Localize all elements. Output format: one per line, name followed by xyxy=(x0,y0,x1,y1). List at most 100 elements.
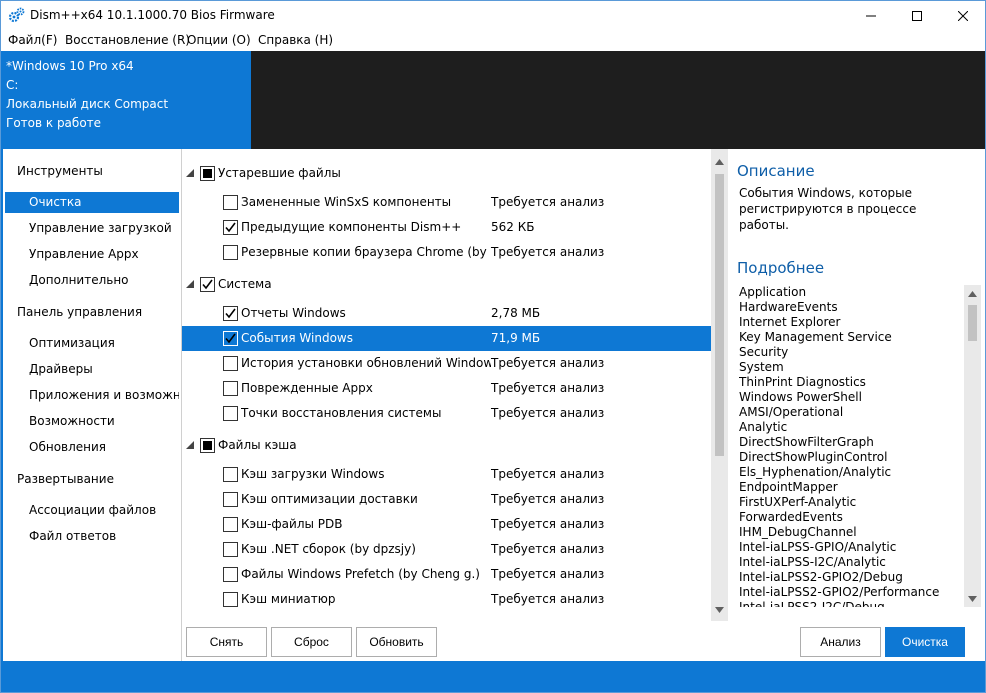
menu-options[interactable]: Опции (O) xyxy=(187,33,251,47)
list-item[interactable]: Файлы Windows Prefetch (by Cheng g.) Тре… xyxy=(182,562,711,587)
list-scrollbar[interactable] xyxy=(711,149,728,621)
item-checkbox[interactable] xyxy=(223,220,238,235)
item-checkbox[interactable] xyxy=(223,381,238,396)
menu-file[interactable]: Файл(F) xyxy=(8,33,57,47)
sidebar-item-appx[interactable]: Управление Appx xyxy=(5,244,179,265)
list-item[interactable]: Точки восстановления системы Требуется а… xyxy=(182,401,711,426)
details-list-item: Els_Hyphenation/Analytic xyxy=(739,465,892,479)
sidebar-item-optimization[interactable]: Оптимизация xyxy=(5,333,179,354)
item-checkbox[interactable] xyxy=(223,592,238,607)
gear-icon xyxy=(8,7,25,23)
list-item[interactable]: Кэш миниатюр Требуется анализ xyxy=(182,587,711,612)
sidebar-item-drivers[interactable]: Драйверы xyxy=(5,359,179,380)
item-value: 71,9 МБ xyxy=(491,331,541,345)
sidebar-item-features[interactable]: Возможности xyxy=(5,411,179,432)
sidebar-item-cleanup[interactable]: Очистка xyxy=(5,192,179,213)
sidebar-item-boot[interactable]: Управление загрузкой xyxy=(5,218,179,239)
list-item[interactable]: Отчеты Windows 2,78 МБ xyxy=(182,301,711,326)
refresh-button[interactable]: Обновить xyxy=(356,627,437,657)
sidebar-item-answer-file[interactable]: Файл ответов xyxy=(5,526,179,547)
item-checkbox[interactable] xyxy=(223,567,238,582)
scroll-down-icon xyxy=(715,606,724,613)
item-checkbox[interactable] xyxy=(223,331,238,346)
cleanup-list: Устаревшие файлы Замененные WinSxS компо… xyxy=(182,149,711,621)
item-value: Требуется анализ xyxy=(491,492,605,506)
list-item[interactable]: Замененные WinSxS компоненты Требуется а… xyxy=(182,190,711,215)
sidebar-item-file-associations[interactable]: Ассоциации файлов xyxy=(5,500,179,521)
session-area xyxy=(251,51,986,149)
reset-button[interactable]: Сброс xyxy=(271,627,352,657)
uncheck-button[interactable]: Снять xyxy=(186,627,267,657)
group-checkbox[interactable] xyxy=(200,438,215,453)
group-row[interactable]: Система xyxy=(182,272,711,297)
menu-help[interactable]: Справка (H) xyxy=(258,33,333,47)
scroll-up-button[interactable] xyxy=(711,153,728,170)
details-list-item: EndpointMapper xyxy=(739,480,838,494)
item-checkbox[interactable] xyxy=(223,195,238,210)
item-label: Отчеты Windows xyxy=(241,306,346,320)
details-list-item: FirstUXPerf-Analytic xyxy=(739,495,857,509)
item-value: Требуется анализ xyxy=(491,542,605,556)
scroll-down-button[interactable] xyxy=(711,601,728,618)
sidebar-item-apps[interactable]: Приложения и возможнос xyxy=(5,385,179,406)
item-checkbox[interactable] xyxy=(223,517,238,532)
menu-restore[interactable]: Восстановление (R) xyxy=(65,33,190,47)
item-value: Требуется анализ xyxy=(491,592,605,606)
scrollbar-thumb[interactable] xyxy=(968,305,977,341)
window-title: Dism++x64 10.1.1000.70 Bios Firmware xyxy=(30,8,275,22)
session-panel[interactable]: *Windows 10 Pro x64 C: Локальный диск Co… xyxy=(0,51,251,149)
item-checkbox[interactable] xyxy=(223,467,238,482)
item-checkbox[interactable] xyxy=(223,306,238,321)
list-item[interactable]: Кэш-файлы PDB Требуется анализ xyxy=(182,512,711,537)
maximize-button[interactable] xyxy=(894,0,940,31)
item-checkbox[interactable] xyxy=(223,245,238,260)
details-list[interactable]: Application HardwareEvents Internet Explor… xyxy=(739,285,964,607)
list-item-selected[interactable]: События Windows 71,9 МБ xyxy=(182,326,711,351)
list-item[interactable]: История установки обновлений Windows Тре… xyxy=(182,351,711,376)
details-list-item: IHM_DebugChannel xyxy=(739,525,857,539)
sidebar-item-updates[interactable]: Обновления xyxy=(5,437,179,458)
sidebar-item-advanced[interactable]: Дополнительно xyxy=(5,270,179,291)
item-value: 562 КБ xyxy=(491,220,535,234)
group-checkbox[interactable] xyxy=(200,277,215,292)
clean-button[interactable]: Очистка xyxy=(885,627,965,657)
scroll-up-button[interactable] xyxy=(964,285,981,302)
list-item[interactable]: Кэш .NET сборок (by dpzsjy) Требуется ан… xyxy=(182,537,711,562)
item-value: Требуется анализ xyxy=(491,406,605,420)
collapse-arrow-icon[interactable] xyxy=(186,169,194,177)
scrollbar-thumb[interactable] xyxy=(715,174,724,456)
item-label: Предыдущие компоненты Dism++ xyxy=(241,220,462,234)
list-item[interactable]: Предыдущие компоненты Dism++ 562 КБ xyxy=(182,215,711,240)
sidebar-section-tools: Инструменты xyxy=(17,164,103,178)
list-item[interactable]: Кэш загрузки Windows Требуется анализ xyxy=(182,462,711,487)
item-label: Кэш оптимизации доставки xyxy=(241,492,418,506)
group-checkbox[interactable] xyxy=(200,166,215,181)
item-label: Кэш-файлы PDB xyxy=(241,517,343,531)
scroll-down-button[interactable] xyxy=(964,590,981,607)
minimize-button[interactable] xyxy=(848,0,894,31)
scroll-up-icon xyxy=(968,290,977,297)
description-text: События Windows, которые регистрируются … xyxy=(739,186,917,232)
collapse-arrow-icon[interactable] xyxy=(186,441,194,449)
sidebar: Инструменты Очистка Управление загрузкой… xyxy=(0,149,182,661)
item-label: Резервные копии браузера Chrome (by Honr… xyxy=(241,245,491,259)
group-label: Устаревшие файлы xyxy=(218,166,341,180)
details-scrollbar[interactable] xyxy=(964,285,981,607)
item-checkbox[interactable] xyxy=(223,492,238,507)
group-row[interactable]: Файлы кэша xyxy=(182,433,711,458)
item-label: Кэш .NET сборок (by dpzsjy) xyxy=(241,542,416,556)
collapse-arrow-icon[interactable] xyxy=(186,280,194,288)
status-bar xyxy=(0,661,986,693)
item-checkbox[interactable] xyxy=(223,406,238,421)
item-checkbox[interactable] xyxy=(223,356,238,371)
item-label: История установки обновлений Windows xyxy=(241,356,491,370)
item-checkbox[interactable] xyxy=(223,542,238,557)
group-row[interactable]: Устаревшие файлы xyxy=(182,161,711,186)
maximize-icon xyxy=(912,10,922,21)
close-button[interactable] xyxy=(940,0,986,31)
details-list-item: ForwardedEvents xyxy=(739,510,843,524)
list-item[interactable]: Кэш оптимизации доставки Требуется анали… xyxy=(182,487,711,512)
list-item[interactable]: Резервные копии браузера Chrome (by Honr… xyxy=(182,240,711,265)
list-item[interactable]: Поврежденные Appx Требуется анализ xyxy=(182,376,711,401)
analyze-button[interactable]: Анализ xyxy=(800,627,881,657)
